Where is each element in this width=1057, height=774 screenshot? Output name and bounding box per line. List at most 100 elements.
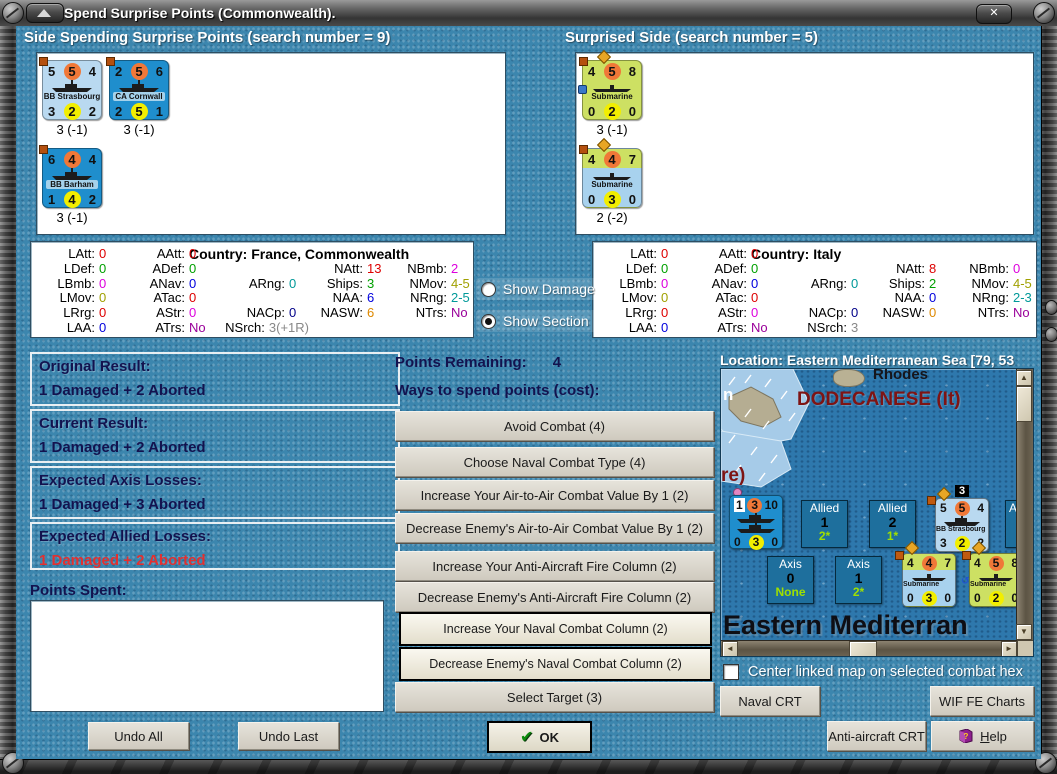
spend-button-9[interactable]: Select Target (3) <box>395 682 714 712</box>
stat-value: 0 <box>661 320 669 335</box>
horizontal-scroll-thumb[interactable] <box>849 641 877 656</box>
points-spent-list[interactable] <box>30 600 384 712</box>
counter-factor: 8 <box>628 63 636 79</box>
unit-counter-bb-strasbourg[interactable]: 554BB Strasbourg322 <box>39 57 102 120</box>
corner-screw-icon <box>2 2 24 24</box>
stat-label: ADef: <box>714 260 747 276</box>
stat-value: 0 <box>661 305 669 321</box>
radio-circle-icon[interactable] <box>481 313 496 329</box>
unit-slot-barham: 6 4 4 BB Barham 1 4 2 3 (-1) <box>39 145 104 225</box>
stat-label: NASW: <box>320 305 363 321</box>
stat-label: NACp: <box>808 305 847 321</box>
spend-button-4[interactable]: Decrease Enemy's Air-to-Air Combat Value… <box>395 513 714 543</box>
counter-factor: 7 <box>628 151 636 167</box>
spend-button-8[interactable]: Decrease Enemy's Naval Combat Column (2) <box>399 647 712 681</box>
counter-values-row: 251 <box>110 101 168 120</box>
help-label-h: H <box>980 728 990 744</box>
spend-button-6[interactable]: Decrease Enemy's Anti-Aircraft Fire Colu… <box>395 582 714 612</box>
map-infobox-allied2[interactable]: Allied 2 1* <box>869 500 916 548</box>
stat-label: ATac: <box>153 290 185 306</box>
spend-button-5[interactable]: Increase Your Anti-Aircraft Fire Column … <box>395 551 714 581</box>
stat-label: Ships: <box>326 275 363 291</box>
undo-last-button[interactable]: Undo Last <box>238 722 339 750</box>
ok-button[interactable]: ✔ OK <box>487 721 592 753</box>
show-section-radio[interactable]: Show Section <box>476 310 597 332</box>
stat-value: 0 <box>661 260 669 276</box>
counter-factor: 4 <box>88 151 96 167</box>
scroll-up-arrow[interactable]: ▲ <box>1016 370 1032 386</box>
unit-counter-submarine[interactable]: 4 4 7 Submarine 0 3 0 <box>579 137 642 208</box>
stat-label: NMov: <box>409 275 447 291</box>
counter-values-row: 447 <box>903 554 955 571</box>
stat-value: No <box>451 305 468 321</box>
spend-button-3[interactable]: Increase Your Air-to-Air Combat Value By… <box>395 480 714 510</box>
unit-counter-ca-cornwall[interactable]: 2 5 6 CA Cornwall 2 5 1 <box>106 57 169 120</box>
anti-aircraft-crt-button[interactable]: Anti-aircraft CRT <box>827 721 926 751</box>
stat-atrs: ATrs: No <box>127 320 209 335</box>
center-map-checkbox[interactable] <box>723 664 739 680</box>
scroll-right-arrow[interactable]: ► <box>1001 641 1017 656</box>
spend-button-1[interactable]: Avoid Combat (4) <box>395 411 714 441</box>
stat-value: 0 <box>189 246 197 261</box>
map-infobox-allied1[interactable]: Allied 1 2* <box>801 500 848 548</box>
title-bar[interactable]: Spend Surprise Points (Commonwealth). <box>0 0 1057 27</box>
spend-button-2[interactable]: Choose Naval Combat Type (4) <box>395 447 714 477</box>
stat-value: 0 <box>751 305 759 321</box>
map-label-dodecanese: DODECANESE (It) <box>797 389 961 410</box>
unit-counter-stack[interactable]: 1 3 10 0 3 0 <box>729 495 783 550</box>
triangle-icon <box>37 9 51 17</box>
naval-crt-button[interactable]: Naval CRT <box>720 686 820 716</box>
unit-counter-bb-barham[interactable]: 6 4 4 BB Barham 1 4 2 <box>39 145 102 208</box>
unit-counter-submarine[interactable]: 4 4 7 Submarine 0 3 0 <box>902 553 956 607</box>
surprised-side-header: Surprised Side (search number = 5) <box>565 29 819 46</box>
stat-label: LBmb: <box>57 275 95 291</box>
counter-factor: 2 <box>115 63 123 79</box>
stat-value: 6 <box>367 290 375 306</box>
stat-naa: NAA: 6 <box>299 290 387 305</box>
original-result-value: 1 Damaged + 2 Aborted <box>39 382 206 399</box>
stat-nbmb: NBmb: 0 <box>947 261 1033 276</box>
vertical-scroll-thumb[interactable] <box>1016 386 1032 422</box>
scroll-down-arrow[interactable]: ▼ <box>1016 624 1032 640</box>
stat-lbmb: LBmb: 0 <box>599 276 681 291</box>
stat-naa: NAA: 0 <box>861 290 949 305</box>
combat-map[interactable]: Rhodes DODECANESE (It) n re) Eastern Med… <box>720 368 1034 657</box>
stat-label: LDef: <box>63 260 95 276</box>
stat-label: NAA: <box>894 290 925 306</box>
show-damage-radio[interactable]: Show Damage <box>476 278 603 300</box>
stat-nmov: NMov: 4-5 <box>947 276 1033 291</box>
spend-button-7[interactable]: Increase Your Naval Combat Column (2) <box>399 612 712 646</box>
counter-factor: 1 <box>48 191 56 207</box>
undo-all-button[interactable]: Undo All <box>88 722 189 750</box>
scroll-left-arrow[interactable]: ◄ <box>722 641 738 656</box>
counter-name: CA Cornwall <box>113 92 165 101</box>
stat-value: 0 <box>189 260 197 276</box>
stat-adef: ADef: 0 <box>689 261 771 276</box>
wif-fe-charts-button[interactable]: WIF FE Charts <box>930 686 1034 716</box>
frame-rivet-icon <box>1045 327 1057 342</box>
points-spent-label: Points Spent: <box>30 582 127 599</box>
stat-value: 3(+1R) <box>268 320 309 335</box>
stat-label: LAtt: <box>68 246 95 261</box>
stat-lmov: LMov: 0 <box>599 290 681 305</box>
system-menu-button[interactable] <box>26 3 64 23</box>
counter-factor: 6 <box>48 151 56 167</box>
radio-circle-icon[interactable] <box>481 281 496 297</box>
stat-value: No <box>189 320 206 335</box>
stat-adef: ADef: 0 <box>127 261 209 276</box>
submarine-silhouette-icon <box>979 574 1013 581</box>
blue-marker-icon <box>578 85 587 94</box>
stat-atrs: ATrs: No <box>689 320 771 335</box>
stat-lbmb: LBmb: 0 <box>37 276 119 291</box>
help-label-rest: elp <box>989 728 1007 744</box>
map-infobox-axis0[interactable]: Axis 0 None <box>767 556 814 604</box>
stat-arng: ARng: 0 <box>217 276 309 291</box>
unit-counter-submarine[interactable]: 4 5 8 Submarine 0 2 0 <box>969 553 1023 607</box>
stat-value: 2-5 <box>451 290 470 306</box>
unit-counter-submarine[interactable]: 4 5 8 Submarine 0 2 0 <box>578 49 642 120</box>
help-button[interactable]: ? Help <box>931 721 1034 751</box>
counter-name: BB Strasbourg <box>936 526 986 533</box>
center-map-checkbox-row[interactable]: Center linked map on selected combat hex <box>723 664 1023 680</box>
close-button[interactable]: ✕ <box>976 4 1012 24</box>
map-infobox-axis1[interactable]: Axis 1 2* <box>835 556 882 604</box>
